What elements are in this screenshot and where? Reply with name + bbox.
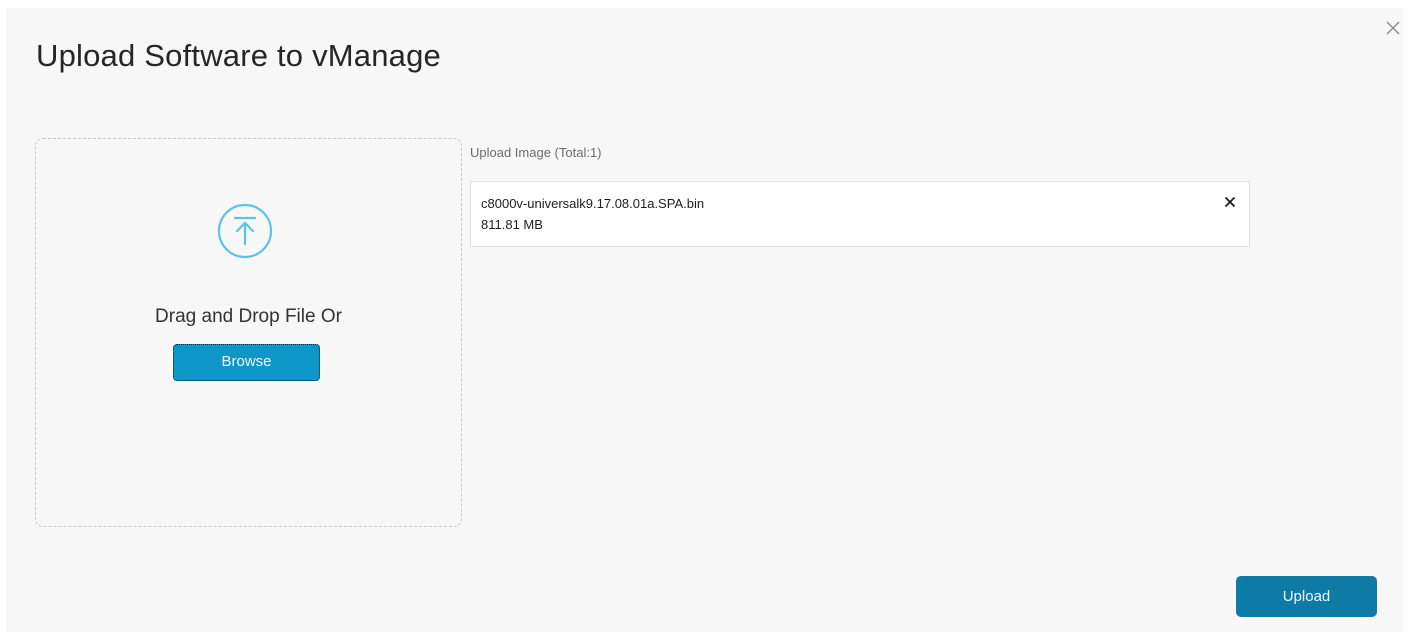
- uploaded-file-item: c8000v-universalk9.17.08.01a.SPA.bin 811…: [470, 181, 1250, 247]
- file-size: 811.81 MB: [481, 217, 543, 232]
- browse-button[interactable]: Browse: [173, 344, 320, 381]
- file-name: c8000v-universalk9.17.08.01a.SPA.bin: [481, 196, 705, 211]
- file-dropzone[interactable]: Drag and Drop File Or Browse: [35, 138, 462, 527]
- dialog-title: Upload Software to vManage: [36, 38, 441, 73]
- remove-file-icon[interactable]: [1222, 194, 1238, 210]
- upload-arrow-icon: [216, 202, 274, 260]
- drag-drop-instruction: Drag and Drop File Or: [155, 306, 342, 327]
- upload-image-label: Upload Image (Total:1): [470, 145, 602, 160]
- upload-software-dialog: Upload Software to vManage Drag and Drop…: [6, 8, 1403, 632]
- upload-button[interactable]: Upload: [1236, 576, 1377, 617]
- close-icon[interactable]: [1383, 18, 1403, 38]
